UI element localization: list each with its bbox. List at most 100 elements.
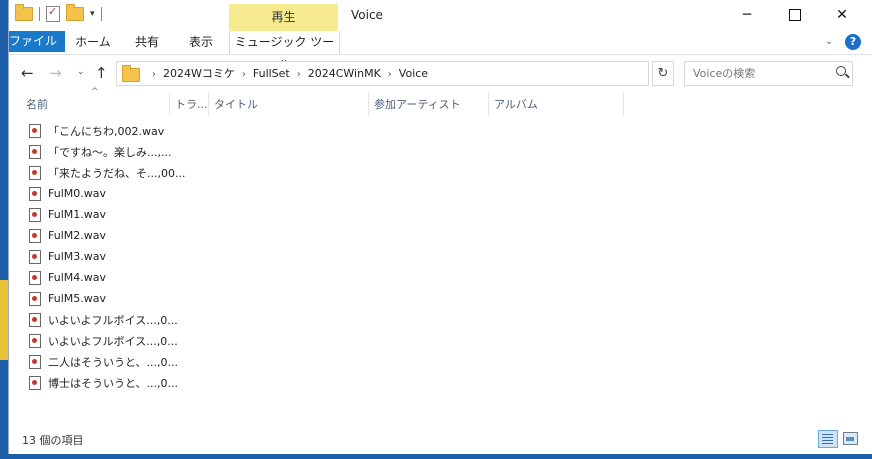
breadcrumb-separator: › xyxy=(241,69,246,80)
column-header-title[interactable]: タイトル xyxy=(214,96,258,112)
column-divider[interactable] xyxy=(169,92,170,116)
file-item[interactable]: FulM4.wav xyxy=(29,267,185,288)
folder-icon xyxy=(15,4,33,21)
help-icon[interactable]: ? xyxy=(845,34,861,50)
maximize-button[interactable] xyxy=(772,0,818,31)
file-name: 「ですね～。楽しみ...,... xyxy=(48,145,172,159)
breadcrumb-separator: › xyxy=(296,69,301,80)
recent-locations-dropdown[interactable]: ⌄ xyxy=(77,67,85,77)
file-item[interactable]: いよいよフルボイス...,0... xyxy=(29,309,185,330)
breadcrumb-item[interactable]: FullSet xyxy=(253,67,290,80)
column-header-track[interactable]: トラ... xyxy=(175,96,208,112)
file-item[interactable]: FulM2.wav xyxy=(29,225,185,246)
navigation-bar: ← → ⌄ ↑ › 2024Wコミケ › FullSet › 2024CWinMK › Voi… xyxy=(9,59,872,87)
qat-divider xyxy=(39,7,40,21)
new-folder-icon[interactable] xyxy=(66,4,84,21)
forward-button[interactable]: → xyxy=(49,64,62,82)
file-name: いよいよフルボイス...,0... xyxy=(48,334,178,348)
ribbon-expand-icon[interactable]: ⌄ xyxy=(825,36,833,47)
search-icon[interactable] xyxy=(836,66,846,76)
audio-file-icon xyxy=(29,249,41,264)
file-item[interactable]: 「こんにちわ,002.wav xyxy=(29,120,185,141)
tab-home[interactable]: ホーム xyxy=(71,31,115,54)
search-input[interactable] xyxy=(691,62,830,85)
file-name: 「来たようだね、そ...,00... xyxy=(48,166,186,180)
qat-divider xyxy=(100,7,102,21)
audio-file-icon xyxy=(29,375,41,390)
tab-share[interactable]: 共有 xyxy=(127,31,167,54)
breadcrumb: › 2024Wコミケ › FullSet › 2024CWinMK › Voice xyxy=(145,62,428,85)
maximize-icon xyxy=(789,9,801,21)
window-title: Voice xyxy=(351,8,383,22)
column-headers: ^ 名前 トラ... タイトル 参加アーティスト アルバム xyxy=(9,87,872,116)
back-button[interactable]: ← xyxy=(21,64,34,82)
tab-music-tools[interactable]: ミュージック ツール xyxy=(229,31,340,72)
taskbar xyxy=(0,454,872,459)
close-button[interactable]: ✕ xyxy=(819,0,865,31)
file-item[interactable]: 「来たようだね、そ...,00... xyxy=(29,162,185,183)
file-name: FulM5.wav xyxy=(48,292,106,305)
column-divider[interactable] xyxy=(488,92,489,116)
folder-icon xyxy=(122,65,140,82)
file-name: 「こんにちわ,002.wav xyxy=(48,124,165,138)
column-header-artist[interactable]: 参加アーティスト xyxy=(374,96,461,112)
column-divider[interactable] xyxy=(368,92,369,116)
audio-file-icon xyxy=(29,144,41,159)
audio-file-icon xyxy=(29,291,41,306)
audio-file-icon xyxy=(29,354,41,369)
search-box[interactable] xyxy=(684,61,853,86)
breadcrumb-item[interactable]: Voice xyxy=(399,67,428,80)
column-header-album[interactable]: アルバム xyxy=(494,96,538,112)
address-bar[interactable]: ›2024Wコミケ›FullSet›2024CWinMK›Voice ⌄ xyxy=(116,61,749,86)
breadcrumb-item[interactable]: 2024Wコミケ xyxy=(163,67,235,80)
file-item[interactable]: 博士はそういうと、...,0... xyxy=(29,372,185,393)
large-icons-view-icon[interactable] xyxy=(843,432,858,445)
title-bar: ▾ 再生 Voice ─ ✕ xyxy=(9,0,872,31)
column-divider[interactable] xyxy=(208,92,209,116)
file-item[interactable]: 「ですね～。楽しみ...,... xyxy=(29,141,185,162)
file-item[interactable]: 二人はそういうと、...,0... xyxy=(29,351,185,372)
audio-file-icon xyxy=(29,228,41,243)
breadcrumb-separator: › xyxy=(152,69,156,80)
status-item-count: 13 個の項目 xyxy=(22,434,84,447)
audio-file-icon xyxy=(29,186,41,201)
desktop-background xyxy=(0,280,8,360)
file-name: FulM1.wav xyxy=(48,208,106,221)
ribbon-tabs: ファイル ホーム 共有 表示 ミュージック ツール ⌄ ? xyxy=(9,31,872,72)
file-explorer-window: ▾ 再生 Voice ─ ✕ ファイル ホーム 共有 表示 ミュージック ツール… xyxy=(8,0,872,455)
file-name: FulM2.wav xyxy=(48,229,106,242)
audio-file-icon xyxy=(29,123,41,138)
tab-view[interactable]: 表示 xyxy=(179,31,223,54)
file-name: 二人はそういうと、...,0... xyxy=(48,355,179,369)
qat-customize-dropdown[interactable]: ▾ xyxy=(90,9,95,19)
file-name: 博士はそういうと、...,0... xyxy=(48,376,179,390)
file-list: 「こんにちわ,002.wav 「ですね～。楽しみ...,... 「来たようだね、… xyxy=(29,120,185,393)
file-item[interactable]: いよいよフルボイス...,0... xyxy=(29,330,185,351)
file-name: FulM4.wav xyxy=(48,271,106,284)
audio-file-icon xyxy=(29,333,41,348)
details-view-icon[interactable] xyxy=(818,430,838,448)
audio-file-icon xyxy=(29,207,41,222)
minimize-button[interactable]: ─ xyxy=(724,0,770,31)
breadcrumb-separator: › xyxy=(387,69,392,80)
file-item[interactable]: FulM3.wav xyxy=(29,246,185,267)
context-tab-group-play: 再生 xyxy=(229,4,338,31)
tab-file[interactable]: ファイル xyxy=(9,31,65,52)
file-name: FulM3.wav xyxy=(48,250,106,263)
audio-file-icon xyxy=(29,165,41,180)
file-item[interactable]: FulM5.wav xyxy=(29,288,185,309)
file-name: FulM0.wav xyxy=(48,187,106,200)
up-button[interactable]: ↑ xyxy=(95,64,108,82)
breadcrumb-item[interactable]: 2024CWinMK xyxy=(308,67,381,80)
sort-ascending-icon: ^ xyxy=(91,87,99,97)
column-header-name[interactable]: 名前 xyxy=(26,96,48,112)
file-item[interactable]: FulM1.wav xyxy=(29,204,185,225)
file-item[interactable]: FulM0.wav xyxy=(29,183,185,204)
refresh-button[interactable]: ↻ xyxy=(652,61,674,86)
file-name: いよいよフルボイス...,0... xyxy=(48,313,178,327)
properties-icon[interactable] xyxy=(46,5,60,22)
column-divider[interactable] xyxy=(623,92,624,116)
audio-file-icon xyxy=(29,270,41,285)
audio-file-icon xyxy=(29,312,41,327)
quick-access-toolbar: ▾ xyxy=(15,4,102,22)
